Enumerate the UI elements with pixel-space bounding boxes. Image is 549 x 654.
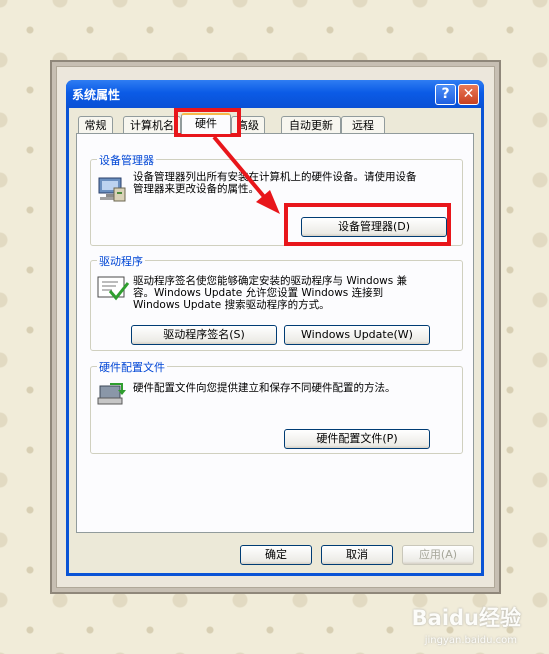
baidu-watermark: Baidu经验	[411, 606, 521, 630]
baidu-watermark-url: jingyan.baidu.com	[424, 635, 517, 646]
annotation-arrow	[212, 135, 280, 214]
tab-hardware[interactable]: 硬件	[181, 113, 231, 134]
